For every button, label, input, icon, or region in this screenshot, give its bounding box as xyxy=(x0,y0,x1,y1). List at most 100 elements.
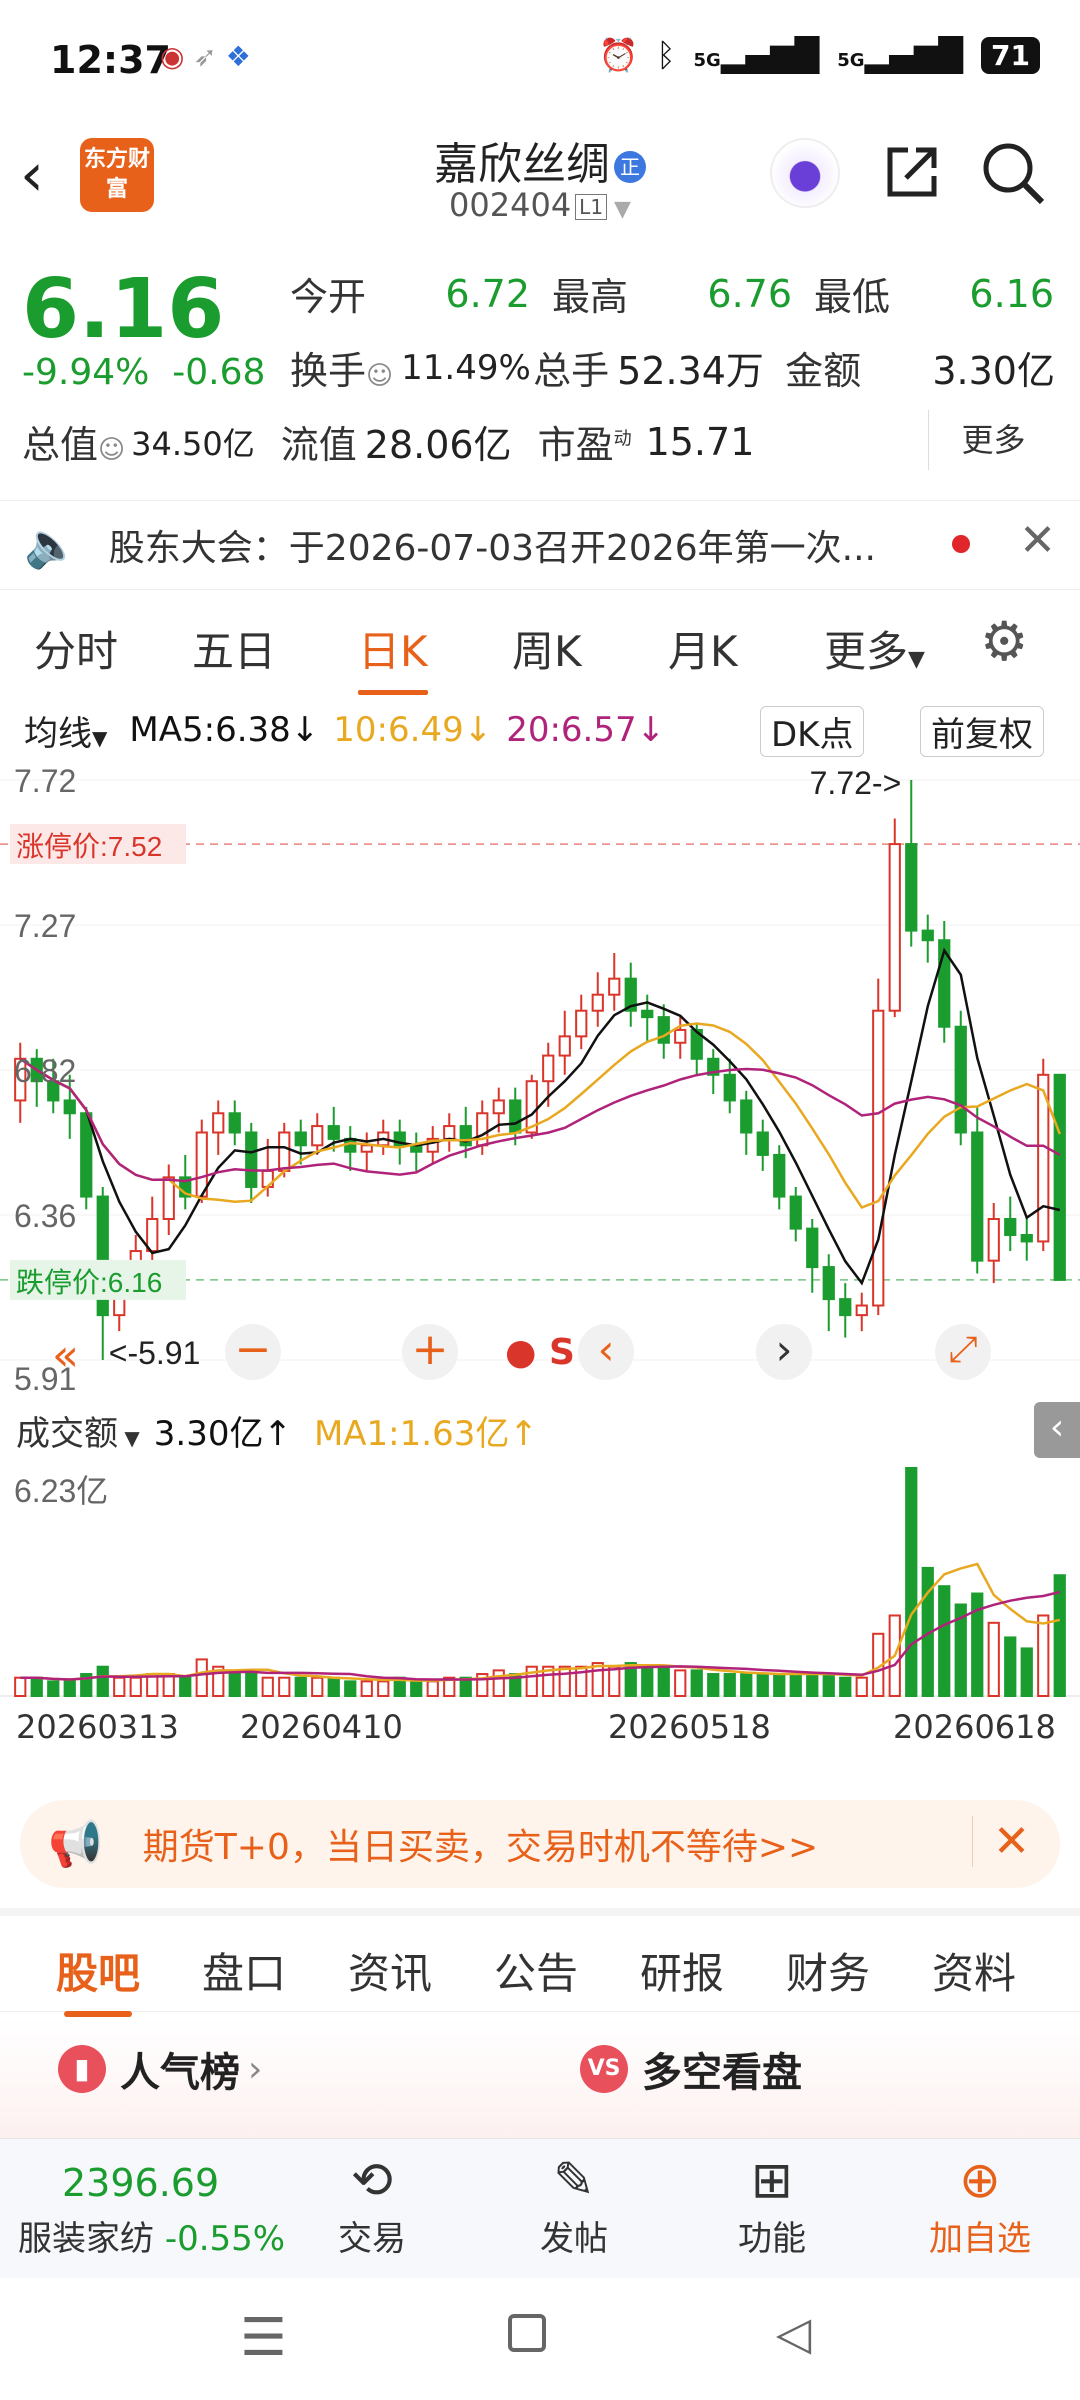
popularity-title: 人气榜 xyxy=(120,2050,240,2096)
battery-icon: 71 xyxy=(981,36,1040,74)
prev-icon[interactable]: ‹ xyxy=(578,1324,634,1380)
open-label: 今开 xyxy=(290,275,367,319)
candle xyxy=(591,993,604,1012)
notice-text[interactable]: 股东大会：于2026-07-03召开2026年第一次... xyxy=(109,519,876,571)
stock-badge: 正 xyxy=(614,151,646,183)
add-circle-icon: ⊕ xyxy=(959,2151,1001,2209)
candle xyxy=(575,1009,588,1038)
tab-monthly-k[interactable]: 月K xyxy=(668,618,738,679)
send-icon: ➶ xyxy=(193,40,217,73)
volume-bar xyxy=(179,1676,192,1698)
y-tick: 6.36 xyxy=(14,1198,76,1234)
zoom-out-icon[interactable]: − xyxy=(225,1324,281,1380)
price-change: -9.94% -0.68 xyxy=(22,352,266,393)
adjust-button[interactable]: 前复权 xyxy=(920,706,1044,757)
nav-add-watchlist[interactable]: ⊕ 加自选 xyxy=(910,2149,1050,2260)
info-icon[interactable]: ☺ xyxy=(366,361,393,391)
tab-intraday[interactable]: 分时 xyxy=(34,618,118,679)
menu-icon[interactable]: ☰ xyxy=(240,2308,287,2368)
collapse-icon[interactable]: ‹ xyxy=(1034,1402,1080,1458)
nav-trade[interactable]: ⟲ 交易 xyxy=(322,2149,422,2260)
tab-orderbook[interactable]: 盘口 xyxy=(202,1940,286,2001)
notification-icons: ◉ ➶ ❖ xyxy=(160,40,251,73)
candle xyxy=(839,1298,852,1317)
chevron-down-icon: ▼ xyxy=(908,647,925,672)
s-marker-icon[interactable]: ● S xyxy=(505,1332,575,1373)
nav-post[interactable]: ✎ 发帖 xyxy=(524,2149,624,2260)
volume-selector[interactable]: 成交额 ▼ xyxy=(16,1406,140,1455)
volume-bar xyxy=(492,1669,505,1697)
close-icon[interactable]: ✕ xyxy=(1019,515,1056,566)
volume-bar xyxy=(327,1676,340,1698)
more-button[interactable]: 更多 xyxy=(928,410,1058,470)
info-icon[interactable]: ☺ xyxy=(98,435,125,465)
tab-weekly-k[interactable]: 周K xyxy=(512,618,582,679)
close-icon[interactable]: ✕ xyxy=(972,1816,1030,1867)
home-icon[interactable] xyxy=(508,2314,546,2352)
candle xyxy=(971,1131,984,1262)
candle xyxy=(1053,1073,1066,1281)
candle xyxy=(723,1073,736,1102)
kline-chart[interactable]: 7.727.276.826.365.91涨停价:7.52跌停价:6.167.72… xyxy=(0,760,1080,1402)
tab-research[interactable]: 研报 xyxy=(640,1940,724,2001)
tab-daily-k[interactable]: 日K xyxy=(358,618,428,695)
tab-finance[interactable]: 财务 xyxy=(786,1940,870,2001)
nav-functions[interactable]: ⊞ 功能 xyxy=(722,2149,822,2260)
date-tick: 20260410 xyxy=(240,1708,403,1746)
alarm-icon: ⏰ xyxy=(598,36,639,74)
assistant-avatar-icon[interactable] xyxy=(770,138,840,208)
tab-forum[interactable]: 股吧 xyxy=(56,1940,140,2017)
volume-chart[interactable]: 6.23亿 xyxy=(0,1460,1080,1705)
volume-value: 52.34万 xyxy=(617,349,764,393)
fullscreen-icon[interactable]: ⤢ xyxy=(935,1324,991,1380)
rewind-icon[interactable]: « xyxy=(52,1330,79,1381)
promo-banner[interactable]: 📢 期货T+0，当日买卖，交易时机不等待>> ✕ xyxy=(20,1800,1060,1888)
index-widget[interactable]: 2396.69 服装家纺 -0.55% xyxy=(18,2161,288,2260)
candle xyxy=(212,1112,225,1134)
ma-selector[interactable]: 均线▼ xyxy=(14,705,118,755)
paw-icon: ❖ xyxy=(225,40,251,73)
tab-profile[interactable]: 资料 xyxy=(932,1940,1016,2001)
popularity-card[interactable]: ▮ 人气榜 › xyxy=(58,2040,262,2098)
volume-y-tick: 6.23亿 xyxy=(14,1473,108,1509)
volume-bar xyxy=(806,1673,819,1697)
tab-more[interactable]: 更多▼ xyxy=(824,618,925,679)
tab-five-day[interactable]: 五日 xyxy=(192,618,276,679)
tab-news[interactable]: 资讯 xyxy=(348,1940,432,2001)
gear-icon[interactable]: ⚙ xyxy=(980,610,1028,673)
volume-bar xyxy=(294,1676,307,1698)
search-icon[interactable] xyxy=(980,140,1046,206)
limit_up-label: 涨停价:7.52 xyxy=(16,831,162,862)
notice-bar[interactable]: 🔈 股东大会：于2026-07-03召开2026年第一次... ✕ xyxy=(0,500,1080,590)
volume-bar xyxy=(987,1621,1000,1697)
nav-functions-label: 功能 xyxy=(738,2219,806,2259)
volume-ma-line xyxy=(20,1562,1061,1682)
volume-bar xyxy=(1004,1636,1017,1698)
signal-icon: 5G▂▄▆█ xyxy=(693,36,820,74)
app-notification-icon: ◉ xyxy=(160,40,185,73)
volume-bar xyxy=(723,1673,736,1697)
dk-point-button[interactable]: DK点 xyxy=(760,706,865,757)
candle xyxy=(311,1125,324,1147)
bull-bear-card[interactable]: VS 多空看盘 xyxy=(580,2040,802,2098)
amount-value: 3.30亿 xyxy=(932,349,1055,393)
volume-bar xyxy=(789,1673,802,1697)
level-badge: L1 xyxy=(575,194,608,220)
promo-text[interactable]: 期货T+0，当日买卖，交易时机不等待>> xyxy=(143,1818,818,1870)
candle xyxy=(822,1266,835,1301)
market-cap-label[interactable]: 总值☺ xyxy=(22,414,125,469)
zoom-in-icon[interactable]: + xyxy=(402,1324,458,1380)
high-label: 最高 xyxy=(552,275,629,319)
feature-cards: ▮ 人气榜 › VS 多空看盘 xyxy=(0,2018,1080,2138)
candle xyxy=(608,977,621,996)
quote-row-1: 今开 6.72 最高 6.76 最低 6.16 xyxy=(290,266,1055,321)
tab-announcements[interactable]: 公告 xyxy=(494,1940,578,2001)
candle xyxy=(674,1028,687,1044)
date-tick: 20260618 xyxy=(893,1708,1056,1746)
candle xyxy=(1004,1218,1017,1237)
share-icon[interactable] xyxy=(882,142,942,202)
back-nav-icon[interactable]: ◁ xyxy=(776,2306,811,2360)
market-cap-value: 34.50亿 xyxy=(131,424,255,463)
next-icon[interactable]: › xyxy=(756,1324,812,1380)
turnover-label[interactable]: 换手☺ xyxy=(290,340,393,395)
